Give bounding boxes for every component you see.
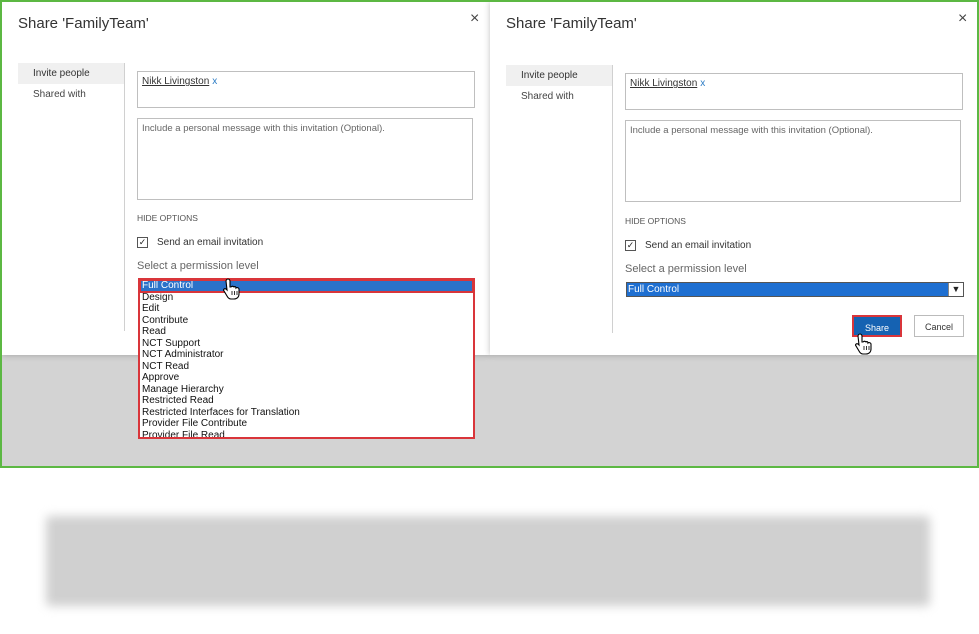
permission-option[interactable]: Provider File Read	[140, 430, 473, 438]
person-name: Nikk Livingston	[142, 76, 210, 87]
permission-level-select[interactable]: Full Control ▼	[626, 282, 964, 297]
message-textarea[interactable]: Include a personal message with this inv…	[137, 118, 473, 200]
permission-option[interactable]: Manage Hierarchy	[140, 384, 473, 396]
permission-level-label: Select a permission level	[137, 260, 259, 272]
screenshot-frame: Share 'FamilyTeam' × Invite people Share…	[0, 0, 979, 468]
email-invitation-row: ✓ Send an email invitation	[137, 237, 263, 248]
permission-selected-value: Full Control	[628, 284, 680, 295]
remove-person-icon[interactable]: x	[700, 78, 705, 89]
email-invitation-label: Send an email invitation	[645, 240, 752, 251]
email-invitation-checkbox[interactable]: ✓	[625, 240, 636, 251]
people-picker[interactable]: Nikk Livingston x	[137, 71, 475, 108]
email-invitation-row: ✓ Send an email invitation	[625, 240, 751, 251]
dialog-title: Share 'FamilyTeam'	[506, 15, 637, 32]
permission-option[interactable]: NCT Administrator	[140, 349, 473, 361]
people-picker[interactable]: Nikk Livingston x	[625, 73, 963, 110]
person-name: Nikk Livingston	[630, 78, 698, 89]
permission-option[interactable]: Read	[140, 326, 473, 338]
chevron-down-icon[interactable]: ▼	[948, 283, 963, 296]
nav-shared-with[interactable]: Shared with	[506, 86, 612, 107]
permission-option[interactable]: NCT Read	[140, 361, 473, 373]
close-icon[interactable]: ×	[958, 10, 967, 28]
cancel-button[interactable]: Cancel	[914, 315, 964, 337]
hide-options-link[interactable]: HIDE OPTIONS	[625, 216, 686, 226]
side-nav: Invite people Shared with	[18, 63, 125, 331]
permission-option[interactable]: NCT Support	[140, 338, 473, 350]
permission-option[interactable]: Design	[140, 292, 473, 304]
close-icon[interactable]: ×	[470, 10, 479, 28]
message-textarea[interactable]: Include a personal message with this inv…	[625, 120, 961, 202]
permission-option[interactable]: Provider File Contribute	[140, 418, 473, 430]
nav-shared-with[interactable]: Shared with	[18, 84, 124, 105]
remove-person-icon[interactable]: x	[212, 76, 217, 87]
blurred-region	[46, 516, 930, 606]
share-dialog-left: Share 'FamilyTeam' × Invite people Share…	[2, 2, 490, 439]
permission-level-label: Select a permission level	[625, 263, 747, 275]
person-token: Nikk Livingston x	[630, 78, 705, 89]
permission-option[interactable]: Full Control	[140, 280, 473, 293]
permission-option[interactable]: Restricted Read	[140, 395, 473, 407]
hide-options-link[interactable]: HIDE OPTIONS	[137, 213, 198, 223]
email-invitation-label: Send an email invitation	[157, 237, 264, 248]
email-invitation-checkbox[interactable]: ✓	[137, 237, 148, 248]
permission-option[interactable]: Edit	[140, 303, 473, 315]
permission-option[interactable]: Contribute	[140, 315, 473, 327]
share-dialog-right: Share 'FamilyTeam' × Invite people Share…	[490, 2, 977, 355]
dialog-title: Share 'FamilyTeam'	[18, 15, 149, 32]
permission-option[interactable]: Approve	[140, 372, 473, 384]
person-token: Nikk Livingston x	[142, 76, 217, 87]
nav-invite-people[interactable]: Invite people	[18, 63, 124, 84]
hand-cursor-icon	[855, 333, 872, 355]
side-nav: Invite people Shared with	[506, 65, 613, 333]
permission-option[interactable]: Restricted Interfaces for Translation	[140, 407, 473, 419]
nav-invite-people[interactable]: Invite people	[506, 65, 612, 86]
permission-level-dropdown-list[interactable]: Full Control Design Edit Contribute Read…	[138, 278, 475, 439]
hand-cursor-icon	[223, 278, 240, 300]
